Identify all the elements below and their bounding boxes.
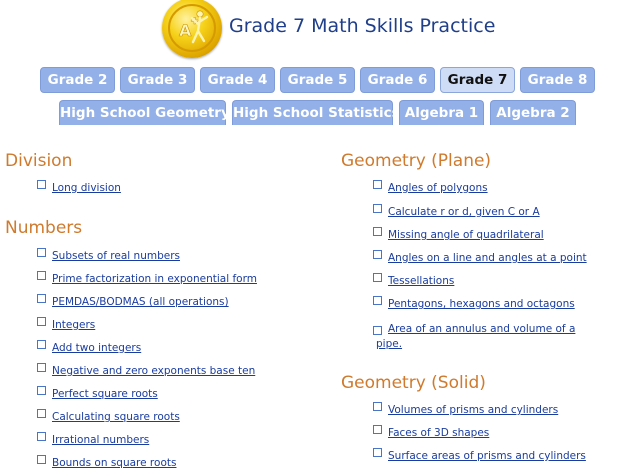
checkbox-icon[interactable] [373,448,382,457]
skill-link[interactable]: Bounds on square roots [52,457,176,470]
tab-algebra-2[interactable]: Algebra 2 [490,100,576,125]
section-title-numbers: Numbers [5,218,83,238]
checkbox-icon[interactable] [37,455,46,464]
checkbox-icon[interactable] [373,204,382,213]
tab-grade-7[interactable]: Grade 7 [440,67,515,93]
checkbox-icon[interactable] [37,294,46,303]
skill-link[interactable]: Pentagons, hexagons and octagons [388,298,575,311]
checkbox-icon[interactable] [37,180,46,189]
tab-high-school-statistics[interactable]: High School Statistics [232,100,400,125]
skill-link[interactable]: Volumes of prisms and cylinders [388,404,558,417]
skill-link[interactable]: Add two integers [52,342,141,355]
checkbox-icon[interactable] [373,180,382,189]
skill-link[interactable]: PEMDAS/BODMAS (all operations) [52,296,229,309]
skill-link[interactable]: Integers [52,319,95,332]
checkbox-icon[interactable] [37,363,46,372]
tab-grade-8[interactable]: Grade 8 [520,67,595,93]
skill-link[interactable]: Prime factorization in exponential form [52,273,257,286]
checkbox-icon[interactable] [37,248,46,257]
tab-grade-6[interactable]: Grade 6 [360,67,435,93]
section-title-geometry-plane: Geometry (Plane) [341,151,492,171]
star-figure-icon: A + [179,10,209,44]
checkbox-icon[interactable] [373,296,382,305]
tab-algebra-1[interactable]: Algebra 1 [399,100,484,125]
skill-link[interactable]: Perfect square roots [52,388,158,401]
tab-high-school-geometry[interactable]: High School Geometry [59,100,230,125]
skill-link[interactable]: Subsets of real numbers [52,250,180,263]
tab-grade-2[interactable]: Grade 2 [40,67,115,93]
skill-link[interactable]: Surface areas of prisms and cylinders [388,450,586,463]
skill-link[interactable]: Long division [52,182,121,195]
checkbox-icon[interactable] [37,409,46,418]
checkbox-icon[interactable] [37,317,46,326]
tab-grade-3[interactable]: Grade 3 [120,67,195,93]
tab-grade-4[interactable]: Grade 4 [200,67,275,93]
skill-link[interactable]: Area of an annulus and volume of a pipe. [376,322,596,352]
site-logo[interactable]: A + [162,0,222,58]
skill-link[interactable]: Tessellations [388,275,454,288]
section-title-geometry-solid: Geometry (Solid) [341,373,486,393]
section-title-division: Division [5,151,73,171]
checkbox-icon[interactable] [37,432,46,441]
skill-link[interactable]: Missing angle of quadrilateral [388,229,544,242]
checkbox-icon[interactable] [37,386,46,395]
checkbox-icon[interactable] [37,271,46,280]
checkbox-icon[interactable] [373,425,382,434]
header: A + Grade 7 Math Skills Practice [0,0,623,62]
checkbox-icon[interactable] [373,227,382,236]
tab-grade-5[interactable]: Grade 5 [280,67,355,93]
checkbox-icon[interactable] [373,250,382,259]
skill-link[interactable]: Angles of polygons [388,182,488,195]
skill-link[interactable]: Negative and zero exponents base ten [52,365,255,378]
checkbox-icon[interactable] [373,402,382,411]
site-title: Grade 7 Math Skills Practice [229,15,496,37]
skill-link[interactable]: Faces of 3D shapes [388,427,489,440]
skill-link[interactable]: Calculate r or d, given C or A [388,206,540,219]
skill-link[interactable]: Angles on a line and angles at a point [388,252,587,265]
checkbox-icon[interactable] [373,273,382,282]
skill-link[interactable]: Calculating square roots [52,411,180,424]
checkbox-icon[interactable] [37,340,46,349]
skill-link[interactable]: Irrational numbers [52,434,149,447]
